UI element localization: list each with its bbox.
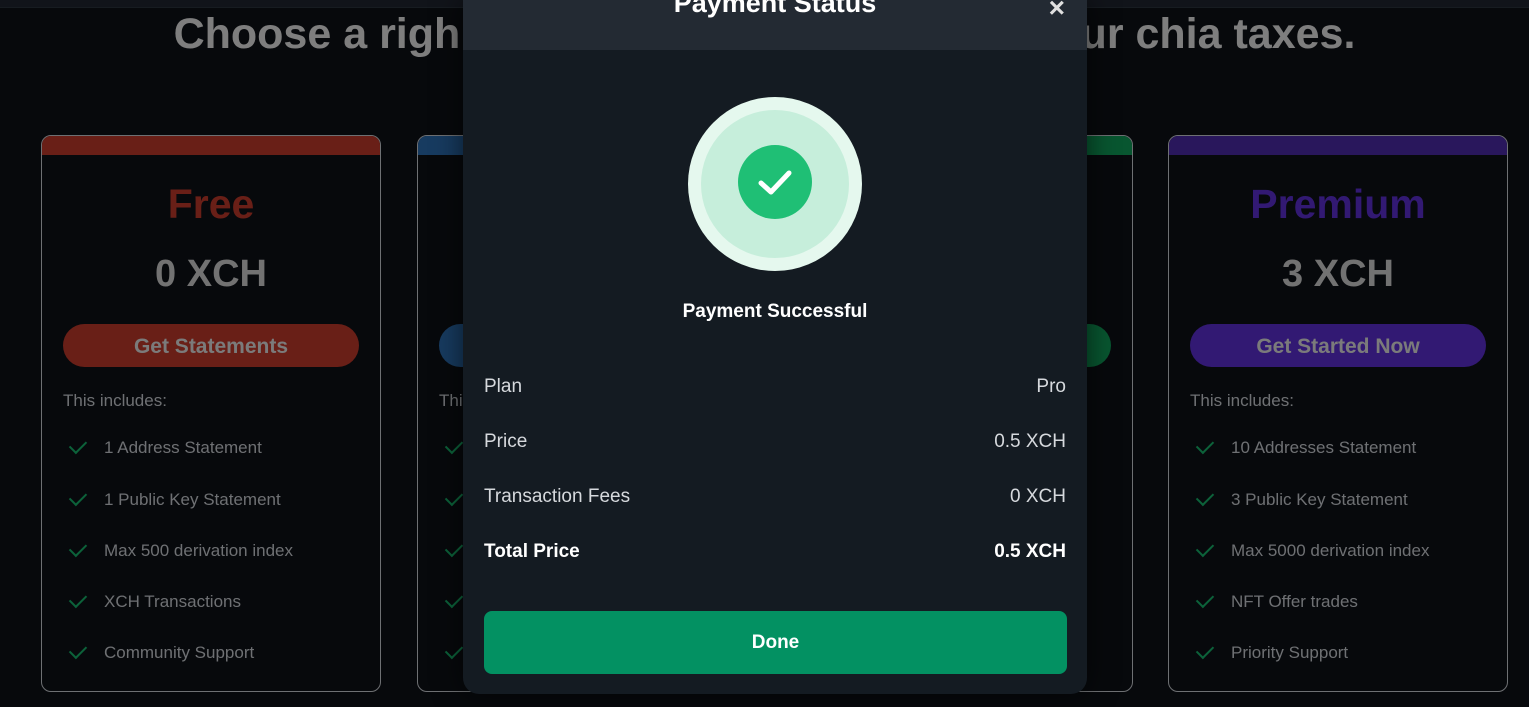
checkmark-icon <box>758 170 792 195</box>
payment-status-text: Payment Successful <box>682 301 868 322</box>
row-value: 0 XCH <box>1010 486 1066 507</box>
modal-title: Payment Status <box>673 0 877 18</box>
done-button[interactable]: Done <box>484 611 1067 674</box>
row-label: Plan <box>484 376 523 397</box>
close-icon[interactable]: × <box>1049 0 1065 24</box>
row-label: Total Price <box>484 541 580 562</box>
modal-header: Payment Status × <box>463 0 1087 50</box>
row-value: 0.5 XCH <box>994 431 1066 452</box>
row-value: Pro <box>1036 376 1066 397</box>
row-label: Price <box>484 431 528 452</box>
row-value: 0.5 XCH <box>994 541 1066 562</box>
row-label: Transaction Fees <box>484 486 631 507</box>
payment-status-modal: Payment Status × Payment Successful Plan… <box>463 0 1087 694</box>
success-badge <box>688 97 862 271</box>
